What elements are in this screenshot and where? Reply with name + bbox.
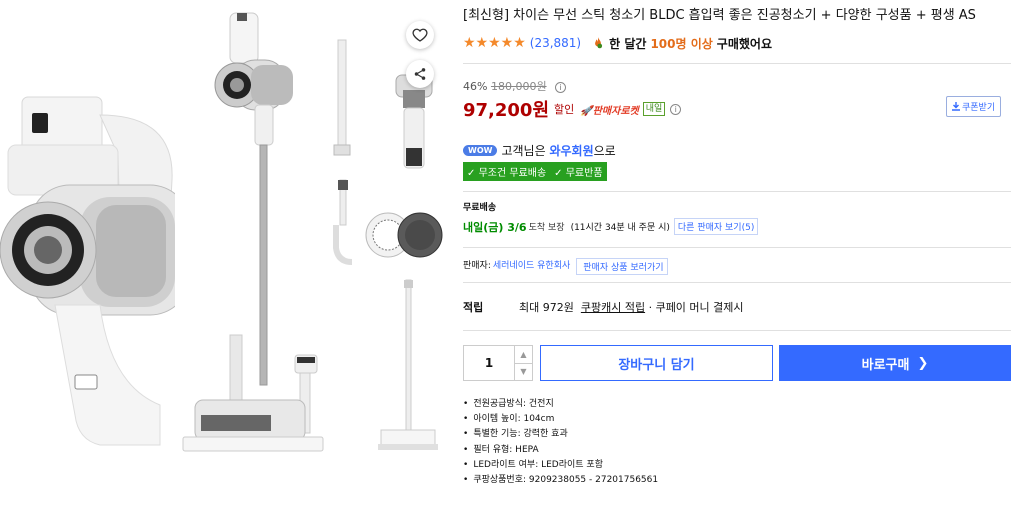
rating-stars[interactable]: ★★★★★ xyxy=(463,35,526,51)
review-count-link[interactable]: (23,881) xyxy=(530,36,581,50)
buy-now-label: 바로구매 xyxy=(861,357,910,373)
purchase-count: 100명 이상 xyxy=(650,36,713,51)
list-item: 필터 유형: HEPA xyxy=(463,443,1011,458)
membership-row: WOW 고객님은 와우회원 으로 xyxy=(463,142,1011,158)
points-label: 적립 xyxy=(463,300,484,314)
chevron-right-icon: ❯ xyxy=(917,355,929,371)
membership-prefix: 고객님은 xyxy=(501,143,546,158)
purchase-row: 1 ▲ ▼ 장바구니 담기 바로구매 ❯ xyxy=(463,331,1011,391)
points-suffix: · 쿠페이 머니 결제시 xyxy=(648,300,744,314)
other-sellers-button[interactable]: 다른 판매자 보기(5) xyxy=(673,218,759,235)
seller-name[interactable]: 세러네이드 유한회사 xyxy=(493,258,570,271)
points-prefix: 최대 972원 xyxy=(519,300,574,314)
purchase-count-note: 한 달간 100명 이상 구매했어요 xyxy=(591,35,772,52)
purchase-prefix: 한 달간 xyxy=(609,36,647,51)
price-block: 46% 180,000원 i 97,200원 할인 🚀판매자로켓 내일 i xyxy=(463,64,1011,142)
info-icon[interactable]: i xyxy=(555,82,567,93)
shipping-row: 내일(금) 3/6 도착 보장 (11시간 34분 내 주문 시) 다른 판매자… xyxy=(463,218,1011,235)
discount-rate: 46% xyxy=(463,80,488,93)
discount-row: 46% 180,000원 i xyxy=(463,78,1011,94)
free-shipping-badge: ✓ 무조건 무료배송 xyxy=(467,168,547,179)
info-icon[interactable]: i xyxy=(670,103,682,115)
rating-row: ★★★★★ (23,881) 한 달간 100명 이상 구매했어요 xyxy=(463,31,1011,55)
quantity-increase-button[interactable]: ▲ xyxy=(515,346,532,364)
quantity-stepper[interactable]: 1 ▲ ▼ xyxy=(463,345,533,381)
heart-icon xyxy=(412,28,428,42)
list-item: 전원공급방식: 건전지 xyxy=(463,397,1011,412)
seller-label: 판매자: xyxy=(463,261,491,271)
product-gallery xyxy=(0,0,450,513)
product-image-full-stand[interactable] xyxy=(175,5,330,460)
tomorrow-tag: 내일 xyxy=(642,102,666,116)
coupon-label: 쿠폰받기 xyxy=(962,103,996,113)
wow-badge: WOW xyxy=(463,144,498,156)
seller-row: 판매자: 세러네이드 유한회사 판매자 상품 보러가기 xyxy=(463,248,1011,282)
list-item: 쿠팡상품번호: 9209238055 - 27201756561 xyxy=(463,473,1011,488)
shipping-block: 무료배송 내일(금) 3/6 도착 보장 (11시간 34분 내 주문 시) 다… xyxy=(463,192,1011,235)
sale-price: 97,200원 xyxy=(463,100,550,121)
share-button[interactable] xyxy=(406,60,434,88)
list-item: 아이템 높이: 104cm xyxy=(463,412,1011,427)
coupon-button[interactable]: 쿠폰받기 xyxy=(946,96,1002,117)
list-item: LED라이트 여부: LED라이트 포함 xyxy=(463,458,1011,473)
free-shipping-label: 무조건 무료배송 xyxy=(478,168,547,179)
quantity-arrows: ▲ ▼ xyxy=(514,346,532,380)
download-icon xyxy=(952,102,960,111)
membership-name: 와우회원 xyxy=(549,143,594,158)
product-info-panel: [최신형] 차이슨 무선 스틱 청소기 BLDC 흡입력 좋은 진공청소기 + … xyxy=(463,0,1011,488)
arrival-date: 내일(금) 3/6 xyxy=(463,220,527,234)
purchase-suffix: 구매했어요 xyxy=(716,36,772,51)
spec-list: 전원공급방식: 건전지 아이템 높이: 104cm 특별한 기능: 강력한 효과… xyxy=(463,397,1011,488)
rocket-label: 판매자로켓 xyxy=(592,105,639,117)
wishlist-button[interactable] xyxy=(406,21,434,49)
free-return-label: 무료반품 xyxy=(565,168,603,179)
rocket-badge: 🚀판매자로켓 xyxy=(580,105,639,117)
arrival-suffix: 도착 보장 xyxy=(528,223,565,233)
product-title: [최신형] 차이슨 무선 스틱 청소기 BLDC 흡입력 좋은 진공청소기 + … xyxy=(463,8,976,23)
buy-now-button[interactable]: 바로구매 ❯ xyxy=(779,345,1011,381)
benefit-badges: ✓ 무조건 무료배송 ✓ 무료반품 xyxy=(463,162,607,181)
points-row: 적립 최대 972원 쿠팡캐시 적립 · 쿠페이 머니 결제시 xyxy=(463,283,1011,330)
fire-icon xyxy=(595,37,603,49)
quantity-decrease-button[interactable]: ▼ xyxy=(515,364,532,381)
add-to-cart-button[interactable]: 장바구니 담기 xyxy=(540,345,773,381)
sale-price-row: 97,200원 할인 🚀판매자로켓 내일 i xyxy=(463,96,1011,122)
seller-products-link[interactable]: 판매자 상품 보러가기 xyxy=(576,258,668,275)
membership-suffix: 으로 xyxy=(593,143,616,158)
order-deadline: (11시간 34분 내 주문 시) xyxy=(570,223,670,233)
original-price: 180,000원 xyxy=(490,80,547,93)
product-image-accessories[interactable] xyxy=(318,30,448,460)
free-return-badge: ✓ 무료반품 xyxy=(554,168,603,179)
points-link[interactable]: 쿠팡캐시 적립 xyxy=(581,299,645,315)
sale-label: 할인 xyxy=(554,103,575,116)
quantity-value[interactable]: 1 xyxy=(464,346,514,380)
shipping-title: 무료배송 xyxy=(463,203,497,213)
product-image-main[interactable] xyxy=(0,85,175,450)
list-item: 특별한 기능: 강력한 효과 xyxy=(463,427,1011,442)
share-icon xyxy=(414,68,426,80)
